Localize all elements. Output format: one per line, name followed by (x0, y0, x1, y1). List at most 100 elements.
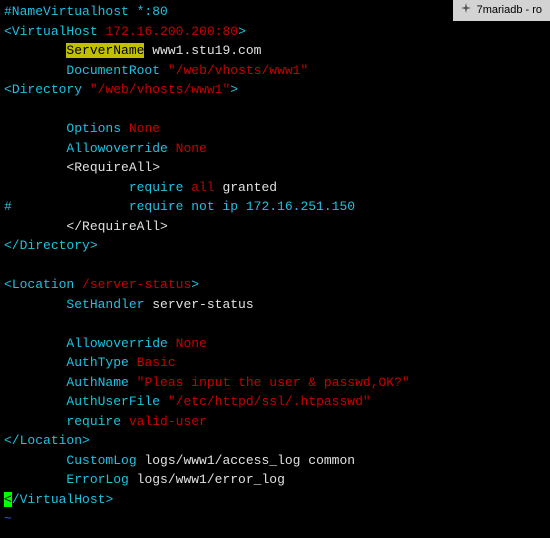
code-token: "/web/vhosts/www1" (168, 63, 308, 78)
pin-icon (461, 2, 471, 19)
code-token: Location (20, 433, 82, 448)
code-line: AuthType Basic (4, 353, 546, 373)
code-token (4, 63, 66, 78)
code-token: None (176, 141, 207, 156)
code-token: None (129, 121, 160, 136)
code-line: </VirtualHost> (4, 490, 546, 510)
code-token: </ (4, 238, 20, 253)
code-token: Allowoverride (66, 336, 167, 351)
code-token: require (129, 180, 184, 195)
code-token (168, 141, 176, 156)
code-token (160, 394, 168, 409)
code-token: all (191, 180, 214, 195)
code-line: CustomLog logs/www1/access_log common (4, 451, 546, 471)
code-token: Location (12, 277, 82, 292)
code-token (4, 375, 66, 390)
code-line: <RequireAll> (4, 158, 546, 178)
code-line: ErrorLog logs/www1/error_log (4, 470, 546, 490)
code-token: > (238, 24, 246, 39)
code-line (4, 256, 546, 276)
code-token: > (191, 277, 199, 292)
code-line: </Directory> (4, 236, 546, 256)
code-token: "/web/vhosts/www1" (90, 82, 230, 97)
code-token: server-status (144, 297, 253, 312)
code-line: Options None (4, 119, 546, 139)
code-token: </ (4, 433, 20, 448)
code-token (129, 355, 137, 370)
code-line (4, 314, 546, 334)
code-line: <Directory "/web/vhosts/www1"> (4, 80, 546, 100)
code-token: < (4, 277, 12, 292)
code-token (160, 63, 168, 78)
code-token (4, 336, 66, 351)
code-token: www1.stu19.com (144, 43, 261, 58)
code-token: / (12, 492, 20, 507)
code-token: <RequireAll> (4, 160, 160, 175)
code-token (4, 43, 66, 58)
code-token: </RequireAll> (4, 219, 168, 234)
code-token (4, 453, 66, 468)
code-token: granted (215, 180, 277, 195)
code-token (4, 355, 66, 370)
code-token: None (176, 336, 207, 351)
code-token: DocumentRoot (66, 63, 160, 78)
tab-label: 7mariadb - ro (477, 2, 542, 19)
code-token: # require not ip 172.16.251.150 (4, 199, 355, 214)
code-token (4, 180, 129, 195)
code-token: Directory (20, 238, 90, 253)
code-token: Basic (137, 355, 176, 370)
code-token: < (4, 24, 12, 39)
code-token (4, 121, 66, 136)
code-token: valid-user (129, 414, 207, 429)
code-token (4, 414, 66, 429)
code-line: require all granted (4, 178, 546, 198)
code-line (4, 100, 546, 120)
code-line: ~ (4, 509, 546, 529)
code-token: Allowoverride (66, 141, 167, 156)
code-token: VirtualHost (20, 492, 106, 507)
code-token: ServerName (66, 43, 144, 58)
code-token: logs/www1/error_log (129, 472, 285, 487)
code-token: > (90, 238, 98, 253)
code-token: < (4, 82, 12, 97)
code-line: ServerName www1.stu19.com (4, 41, 546, 61)
code-token: "/etc/httpd/ssl/.htpasswd" (168, 394, 371, 409)
code-token: CustomLog (66, 453, 136, 468)
code-token: > (105, 492, 113, 507)
code-line: SetHandler server-status (4, 295, 546, 315)
code-token: Options (66, 121, 121, 136)
code-token: 172.16.200.200:80 (105, 24, 238, 39)
code-token: Directory (12, 82, 90, 97)
code-line: Allowoverride None (4, 334, 546, 354)
code-token: /server-status (82, 277, 191, 292)
code-token (121, 121, 129, 136)
code-token: logs/www1/access_log common (137, 453, 355, 468)
code-token: ErrorLog (66, 472, 128, 487)
code-token (4, 297, 66, 312)
code-token (4, 472, 66, 487)
code-line: require valid-user (4, 412, 546, 432)
code-line: </RequireAll> (4, 217, 546, 237)
code-line: AuthUserFile "/etc/httpd/ssl/.htpasswd" (4, 392, 546, 412)
code-token: "Pleas input the user & passwd,OK?" (137, 375, 410, 390)
window-tab[interactable]: 7mariadb - ro (453, 0, 550, 21)
code-line: # require not ip 172.16.251.150 (4, 197, 546, 217)
code-line: <Location /server-status> (4, 275, 546, 295)
code-token: require (66, 414, 121, 429)
code-token: AuthType (66, 355, 128, 370)
code-token: #NameVirtualhost *:80 (4, 4, 168, 19)
code-token: VirtualHost (12, 24, 106, 39)
code-token: < (4, 492, 12, 507)
code-token: > (230, 82, 238, 97)
editor-area[interactable]: #NameVirtualhost *:80<VirtualHost 172.16… (0, 0, 550, 531)
code-token: > (82, 433, 90, 448)
code-token (4, 141, 66, 156)
code-line: <VirtualHost 172.16.200.200:80> (4, 22, 546, 42)
code-token (129, 375, 137, 390)
code-line: Allowoverride None (4, 139, 546, 159)
code-line: DocumentRoot "/web/vhosts/www1" (4, 61, 546, 81)
code-token (168, 336, 176, 351)
code-token: SetHandler (66, 297, 144, 312)
code-line: AuthName "Pleas input the user & passwd,… (4, 373, 546, 393)
code-token: AuthName (66, 375, 128, 390)
